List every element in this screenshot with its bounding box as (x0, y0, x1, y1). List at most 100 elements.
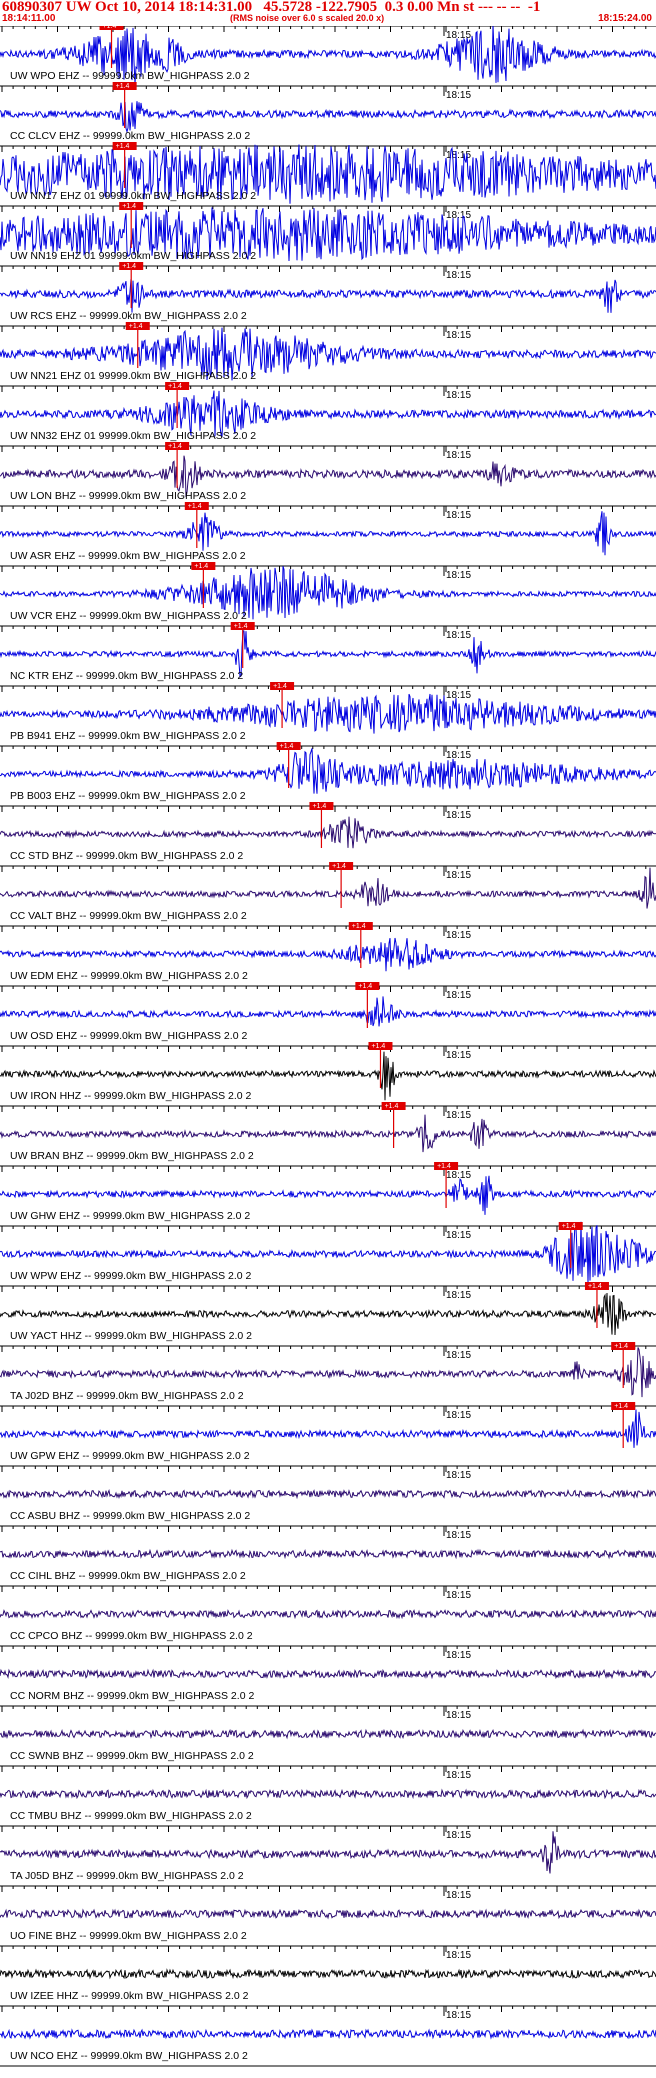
minute-tick-label: 18:15 (446, 450, 471, 461)
trace-panel: 18:15 +1.4 UW RCS EHZ -- 99999.0km BW_HIGH… (0, 262, 656, 322)
trace-panel: 18:15 UW IZEE HHZ -- 99999.0km BW_HIGHPAS… (0, 1945, 656, 2002)
waveform (0, 1831, 656, 1874)
minute-tick-label: 18:15 (446, 210, 471, 221)
time-ticks (1, 686, 647, 692)
waveform (0, 511, 656, 556)
time-ticks (1, 506, 647, 512)
trace-label: UW YACT HHZ -- 99999.0km BW_HIGHPASS 2.0… (10, 1330, 252, 1342)
trace-label: UW WPO EHZ -- 99999.0km BW_HIGHPASS 2.0 … (10, 70, 250, 82)
minute-tick-label: 18:15 (446, 1530, 471, 1541)
waveform (0, 693, 656, 734)
waveform (0, 2028, 656, 2040)
pick-label: +1.4 (614, 1403, 628, 1410)
time-ticks (1, 746, 647, 752)
trace-label: CC TMBU BHZ -- 99999.0km BW_HIGHPASS 2.0… (10, 1810, 252, 1822)
time-ticks (1, 26, 647, 32)
time-ticks (1, 86, 647, 92)
minute-tick-label: 18:15 (446, 330, 471, 341)
pick-label: +1.4 (588, 1283, 602, 1290)
trace-label: PB B941 EHZ -- 99999.0km BW_HIGHPASS 2.0… (10, 730, 246, 742)
trace-panel: 18:15+1.4UW NN17 EHZ 01 99999.0km BW_HIG… (0, 142, 656, 204)
trace-label: UW RCS EHZ -- 99999.0km BW_HIGHPASS 2.0 … (10, 310, 247, 322)
trace-panel: 18:15 CC CIHL BHZ -- 99999.0km BW_HIGHPAS… (0, 1525, 656, 1582)
minute-tick-label: 18:15 (446, 1710, 471, 1721)
pick-label: +1.4 (116, 83, 130, 90)
minute-tick-label: 18:15 (446, 390, 471, 401)
trace-panel: 18:15 +1.4 UW VCR EHZ -- 99999.0km BW_HIGH… (0, 562, 656, 622)
start-time: 18:14:11.00 (2, 13, 56, 24)
pick-label: +1.4 (352, 923, 366, 930)
trace-panel: 18:15 +1.4 NC KTR EHZ -- 99999.0km BW_HIGH… (0, 622, 656, 682)
pick-label: +1.4 (332, 863, 346, 870)
end-time: 18:15:24.00 (598, 13, 652, 24)
trace-label: UW OSD EHZ -- 99999.0km BW_HIGHPASS 2.0 … (10, 1030, 247, 1042)
seismogram-plot: 18:15+1.4UW WPO EHZ -- 99999.0km BW_HIGH… (0, 26, 656, 2067)
trace-panel: 18:15 +1.4 UW NN32 EHZ 01 99999.0km BW_HIG… (0, 382, 656, 442)
pick-label: +1.4 (437, 1163, 451, 1170)
trace-label: TA J05D BHZ -- 99999.0km BW_HIGHPASS 2.0… (10, 1870, 244, 1882)
minute-tick-label: 18:15 (446, 690, 471, 701)
time-ticks (1, 566, 647, 572)
trace-panel: 18:15 +1.4 PB B003 EHZ -- 99999.0km BW_HIG… (0, 742, 656, 802)
waveform (0, 748, 656, 794)
time-ticks (1, 1166, 647, 1172)
minute-tick-label: 18:15 (446, 2010, 471, 2021)
pick-label: +1.4 (385, 1103, 399, 1110)
trace-panel: 18:15+1.4UW WPO EHZ -- 99999.0km BW_HIGH… (0, 26, 656, 84)
trace-label: CC ASBU BHZ -- 99999.0km BW_HIGHPASS 2.0… (10, 1510, 250, 1522)
time-ticks (1, 1286, 647, 1292)
trace-label: UW ASR EHZ -- 99999.0km BW_HIGHPASS 2.0 … (10, 550, 246, 562)
pick-label: +1.4 (129, 323, 143, 330)
waveform (0, 1292, 656, 1336)
pick-label: +1.4 (562, 1223, 576, 1230)
trace-label: UW GPW EHZ -- 99999.0km BW_HIGHPASS 2.0 … (10, 1450, 250, 1462)
trace-label: UW EDM EHZ -- 99999.0km BW_HIGHPASS 2.0 … (10, 970, 248, 982)
time-ticks (1, 2006, 647, 2012)
trace-panel: 18:15 +1.4 CC VALT BHZ -- 99999.0km BW_HIG… (0, 862, 656, 922)
minute-tick-label: 18:15 (446, 870, 471, 881)
minute-tick-label: 18:15 (446, 1350, 471, 1361)
time-ticks (1, 146, 647, 152)
waveform (0, 1788, 656, 1800)
trace-label: CC CLCV EHZ -- 99999.0km BW_HIGHPASS 2.0… (10, 130, 250, 142)
waveform (0, 1175, 656, 1215)
trace-panel: 18:15+1.4 UW GHW EHZ -- 99999.0km BW_HIGH… (0, 1162, 656, 1222)
trace-label: UW IRON HHZ -- 99999.0km BW_HIGHPASS 2.0… (10, 1090, 252, 1102)
trace-label: UW IZEE HHZ -- 99999.0km BW_HIGHPASS 2.0… (10, 1990, 249, 2002)
minute-tick-label: 18:15 (446, 1230, 471, 1241)
pick-label: +1.4 (116, 143, 130, 150)
trace-label: UW WPW EHZ -- 99999.0km BW_HIGHPASS 2.0 … (10, 1270, 252, 1282)
minute-tick-label: 18:15 (446, 270, 471, 281)
trace-panel: 18:15 +1.4 UW NN21 EHZ 01 99999.0km BW_HIG… (0, 322, 656, 382)
waveform (0, 1114, 656, 1153)
waveform (0, 1488, 656, 1500)
minute-tick-label: 18:15 (446, 630, 471, 641)
trace-label: CC STD BHZ -- 99999.0km BW_HIGHPASS 2.0 … (10, 850, 243, 862)
subtitle: (RMS noise over 6.0 s scaled 20.0 x) (230, 13, 385, 23)
trace-label: CC NORM BHZ -- 99999.0km BW_HIGHPASS 2.0… (10, 1690, 254, 1702)
time-ticks (1, 386, 647, 392)
minute-tick-label: 18:15 (446, 1110, 471, 1121)
minute-tick-label: 18:15 (446, 1650, 471, 1661)
trace-panel: 18:15 +1.4 PB B941 EHZ -- 99999.0km BW_HIG… (0, 682, 656, 742)
time-ticks (1, 446, 647, 452)
time-ticks (1, 1826, 647, 1832)
pick-label: +1.4 (103, 26, 117, 30)
time-ticks (1, 1106, 647, 1112)
time-ticks (1, 1706, 647, 1712)
pick-label: +1.4 (358, 983, 372, 990)
trace-panel: 18:15 +1.4 UW ASR EHZ -- 99999.0km BW_HIGH… (0, 502, 656, 562)
trace-label: CC CIHL BHZ -- 99999.0km BW_HIGHPASS 2.0… (10, 1570, 246, 1582)
trace-panel: 18:15 +1.4 UW EDM EHZ -- 99999.0km BW_HIGH… (0, 922, 656, 982)
trace-panel: 18:15 CC CPCO BHZ -- 99999.0km BW_HIGHPAS… (0, 1585, 656, 1642)
trace-label: PB B003 EHZ -- 99999.0km BW_HIGHPASS 2.0… (10, 790, 246, 802)
time-ticks (1, 926, 647, 932)
waveform (0, 278, 656, 313)
trace-label: UO FINE BHZ -- 99999.0km BW_HIGHPASS 2.0… (10, 1930, 247, 1942)
trace-panel: 18:15 UO FINE BHZ -- 99999.0km BW_HIGHPAS… (0, 1885, 656, 1942)
time-ticks (1, 266, 647, 272)
time-ticks (1, 986, 647, 992)
trace-label: NC KTR EHZ -- 99999.0km BW_HIGHPASS 2.0 … (10, 670, 243, 682)
trace-panel: 18:15 TA J05D BHZ -- 99999.0km BW_HIGHPAS… (0, 1825, 656, 1882)
time-ticks (1, 1046, 647, 1052)
